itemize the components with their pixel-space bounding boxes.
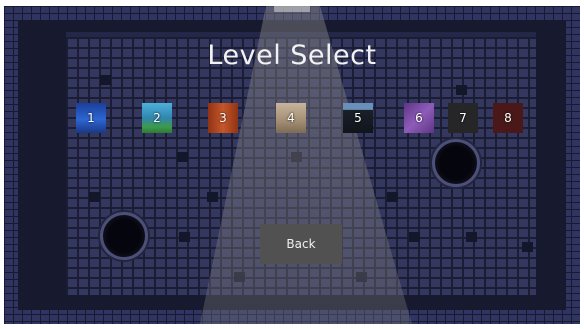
back-button[interactable]: Back xyxy=(260,224,342,264)
level-4-label: 4 xyxy=(287,111,295,125)
level-1-button[interactable]: 1 xyxy=(76,103,106,133)
dark-tile xyxy=(409,232,420,242)
dark-tile xyxy=(100,75,111,85)
game-screen: Level Select 1 2 3 4 5 6 7 8 Back xyxy=(4,6,580,324)
level-5-button[interactable]: 5 xyxy=(343,103,373,133)
dark-tile xyxy=(234,272,245,282)
dark-tile xyxy=(356,272,367,282)
level-6-label: 6 xyxy=(415,111,423,125)
portal-left xyxy=(100,212,148,260)
dark-tile xyxy=(207,192,218,202)
dark-tile xyxy=(387,192,398,202)
level-6-button[interactable]: 6 xyxy=(404,103,434,133)
level-3-button[interactable]: 3 xyxy=(208,103,238,133)
dark-tile xyxy=(179,232,190,242)
level-8-label: 8 xyxy=(504,111,512,125)
page-title: Level Select xyxy=(207,40,377,71)
level-2-label: 2 xyxy=(153,111,161,125)
level-4-button[interactable]: 4 xyxy=(276,103,306,133)
level-1-label: 1 xyxy=(87,111,95,125)
level-5-label: 5 xyxy=(354,111,362,125)
level-3-label: 3 xyxy=(219,111,227,125)
dark-tile xyxy=(456,85,467,95)
dark-tile xyxy=(522,242,533,252)
level-8-button[interactable]: 8 xyxy=(493,103,523,133)
dark-tile xyxy=(291,152,302,162)
dark-tile xyxy=(466,232,477,242)
level-7-label: 7 xyxy=(459,111,467,125)
dark-tile xyxy=(177,152,188,162)
level-2-button[interactable]: 2 xyxy=(142,103,172,133)
level-7-button[interactable]: 7 xyxy=(448,103,478,133)
portal-right xyxy=(432,139,480,187)
dark-tile xyxy=(89,192,100,202)
